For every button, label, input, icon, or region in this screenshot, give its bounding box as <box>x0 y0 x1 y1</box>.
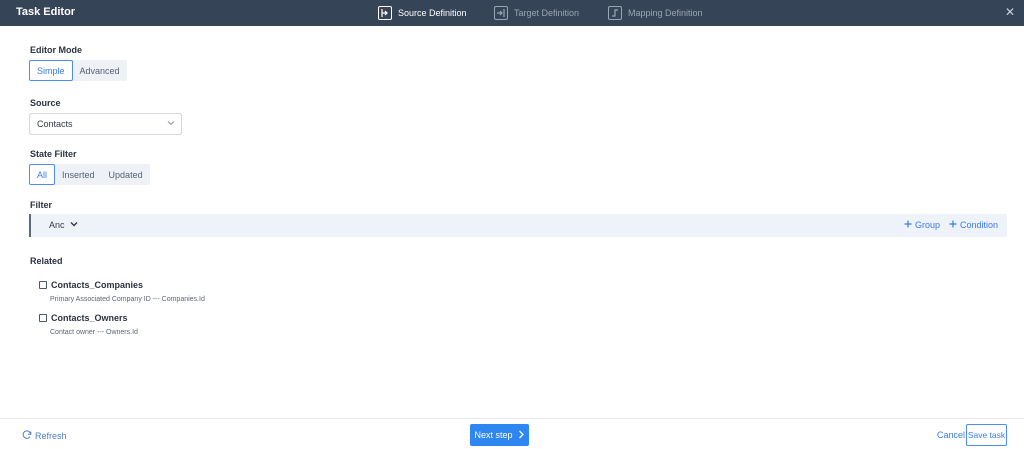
editor-mode-advanced[interactable]: Advanced <box>73 60 127 81</box>
editor-mode-toggle: Simple Advanced <box>29 60 127 81</box>
step-target-definition[interactable]: Target Definition <box>494 5 579 21</box>
chevron-down-icon <box>167 119 175 129</box>
target-definition-icon <box>494 6 508 20</box>
refresh-button[interactable]: Refresh <box>22 430 67 442</box>
state-filter-label: State Filter <box>30 149 77 159</box>
footer-bar: Refresh Next step Cancel Save task <box>0 418 1024 449</box>
chevron-right-icon <box>518 430 525 441</box>
add-group-label: Group <box>915 220 941 230</box>
save-task-button[interactable]: Save task <box>966 424 1007 446</box>
plus-icon <box>949 220 957 230</box>
editor-mode-simple[interactable]: Simple <box>29 60 73 81</box>
mapping-definition-icon <box>608 6 622 20</box>
add-condition-label: Condition <box>960 220 999 230</box>
step-label: Target Definition <box>514 8 580 18</box>
cancel-button[interactable]: Cancel <box>937 430 965 440</box>
related-checkbox[interactable] <box>39 281 47 289</box>
close-icon[interactable]: ✕ <box>1004 6 1016 18</box>
state-filter-inserted[interactable]: Inserted <box>55 164 102 185</box>
top-bar: Task Editor Source Definition Target Def… <box>0 0 1024 26</box>
related-item-name: Contacts_Owners <box>51 313 128 323</box>
related-checkbox[interactable] <box>39 314 47 322</box>
step-label: Source Definition <box>398 8 467 18</box>
page-title: Task Editor <box>16 6 76 18</box>
state-filter-all[interactable]: All <box>29 164 56 185</box>
plus-icon <box>904 220 912 230</box>
source-select-value: Contacts <box>37 119 73 129</box>
refresh-icon <box>22 430 32 442</box>
related-item-name: Contacts_Companies <box>51 280 144 290</box>
state-filter-updated[interactable]: Updated <box>102 164 150 185</box>
editor-mode-label: Editor Mode <box>30 45 82 55</box>
next-step-button[interactable]: Next step <box>470 424 529 446</box>
filter-bar: Anc Group Condition <box>29 214 1007 237</box>
related-item-contacts-owners: Contacts_Owners Contact owner --- Owners… <box>39 313 138 336</box>
source-definition-icon <box>378 6 392 20</box>
related-item-description: Contact owner --- Owners.Id <box>50 329 138 336</box>
related-item-contacts-companies: Contacts_Companies Primary Associated Co… <box>39 280 205 303</box>
chevron-down-icon <box>70 220 78 230</box>
filter-operator-select[interactable]: Anc <box>49 220 78 230</box>
step-source-definition[interactable]: Source Definition <box>378 5 467 21</box>
state-filter-toggle: All Inserted Updated <box>29 164 150 185</box>
related-item-description: Primary Associated Company ID --- Compan… <box>50 296 205 303</box>
filter-operator-value: Anc <box>49 220 65 230</box>
add-condition-button[interactable]: Condition <box>949 220 998 230</box>
step-mapping-definition[interactable]: Mapping Definition <box>608 5 703 21</box>
next-step-label: Next step <box>474 430 513 440</box>
source-label: Source <box>30 98 61 108</box>
step-label: Mapping Definition <box>628 8 703 18</box>
refresh-label: Refresh <box>35 431 67 441</box>
filter-label: Filter <box>30 200 53 210</box>
source-select[interactable]: Contacts <box>29 113 182 135</box>
related-label: Related <box>30 256 63 266</box>
add-group-button[interactable]: Group <box>904 220 940 230</box>
